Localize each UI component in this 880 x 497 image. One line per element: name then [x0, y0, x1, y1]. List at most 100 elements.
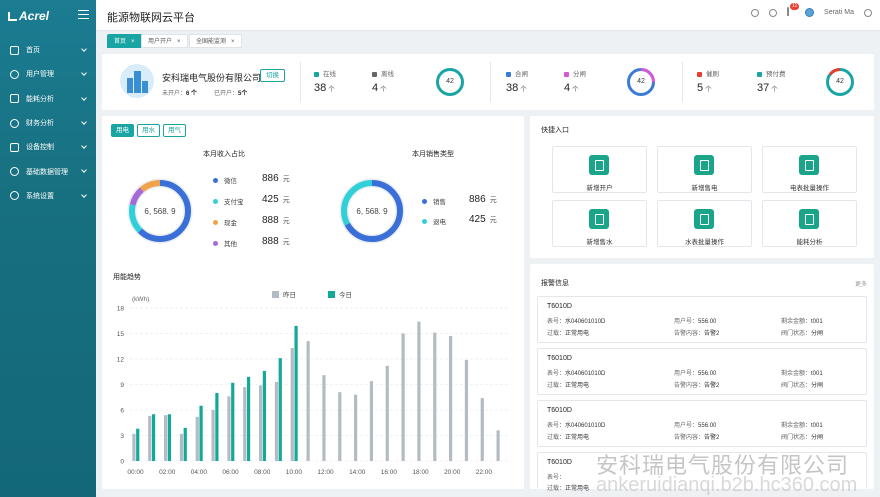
divider [300, 62, 301, 102]
bar-yesterday [132, 433, 136, 461]
y-tick-label: 18 [117, 306, 125, 313]
sidebar-item-basedata[interactable]: 基础数据管理 [0, 159, 96, 183]
alarm-card[interactable]: T6010D 表号：水040601010D 用户号：556.00 剩余金额：t0… [537, 348, 867, 395]
field-value: 556.00 [698, 423, 717, 429]
user-name[interactable]: Serati Ma [824, 9, 854, 16]
quick-label: 电表批量操作 [790, 185, 829, 192]
stat-urge-value: 5个 [697, 82, 712, 94]
tab-electricity[interactable]: 用电 [111, 124, 134, 137]
sales-title: 本月销售类型 [412, 151, 454, 158]
bar-today [151, 414, 156, 461]
sidebar-item-energy[interactable]: 能耗分析 [0, 87, 96, 111]
legend-cash: 现金 [213, 217, 237, 227]
legend-swatch [272, 291, 279, 298]
avatar[interactable] [805, 8, 815, 17]
sidebar-item-label: 基础数据管理 [26, 168, 68, 176]
tab-monitor[interactable]: 全国能监测 × [189, 34, 242, 48]
income-value: 888 元 [262, 236, 290, 247]
bar-today [183, 427, 187, 461]
field-value: 水040601010D [565, 423, 606, 429]
field-label: 用户号： [674, 371, 699, 377]
legend-label: 现金 [224, 220, 237, 227]
unopened-count: 未开户：6 个 [162, 88, 197, 97]
unit: 元 [489, 217, 497, 224]
alarm-meter: 表号： [547, 472, 565, 481]
bar-yesterday [449, 336, 453, 461]
quick-energy-analysis[interactable]: 能耗分析 [762, 200, 857, 247]
field-label: 告警内容： [674, 331, 705, 337]
grid-icon [10, 45, 19, 55]
analysis-icon [799, 209, 819, 229]
power-icon[interactable] [864, 8, 872, 17]
alarm-card[interactable]: T6010D 表号：水040601010D 用户号：556.00 剩余金额：t0… [537, 400, 867, 447]
ring-value-1: 42 [446, 78, 454, 85]
sidebar-item-finance[interactable]: 财务分析 [0, 111, 96, 135]
money-icon [10, 118, 19, 128]
sales-value: 886 元 [469, 194, 497, 205]
quick-meter-batch[interactable]: 电表批量操作 [762, 146, 857, 193]
x-tick-label: 12:00 [317, 469, 334, 476]
alarm-id: T6010D [547, 459, 572, 466]
quick-new-account[interactable]: 新增开户 [552, 146, 647, 193]
stat-online-value: 38 个 [314, 82, 335, 94]
sidebar-item-device[interactable]: 设备控制 [0, 135, 96, 159]
gear-icon [10, 191, 19, 201]
x-tick-label: 10:00 [286, 469, 303, 476]
tab-gas[interactable]: 用气 [163, 124, 186, 137]
value: 425 [469, 214, 486, 225]
stat-label: 离线 [381, 71, 394, 78]
sales-total: 6, 568. 9 [356, 207, 388, 216]
search-icon[interactable] [751, 8, 760, 17]
tab-open-account[interactable]: 用户开户 × [141, 34, 188, 48]
income-value: 888 元 [262, 215, 290, 226]
switch-company-button[interactable]: 切换 [260, 69, 285, 82]
field-value: 正常用电 [565, 383, 590, 389]
sidebar-item-users[interactable]: 用户管理 [0, 62, 96, 86]
sidebar-item-home[interactable]: 首页 [0, 38, 96, 62]
bar-yesterday [338, 392, 342, 461]
tab-home[interactable]: 首页 × [107, 34, 142, 48]
stat-prepaid-label: 预付费 [757, 68, 786, 78]
close-icon[interactable]: × [231, 39, 235, 45]
page-title: 能源物联网云平台 [107, 12, 195, 24]
field-value: 分闸 [811, 331, 824, 337]
quick-new-water-sale[interactable]: 新增售水 [552, 200, 647, 247]
chart-icon [10, 94, 19, 104]
tab-water[interactable]: 用水 [137, 124, 160, 137]
chevron-down-icon [81, 119, 87, 125]
legend-swatch [328, 291, 335, 298]
x-tick-label: 00:00 [127, 469, 144, 476]
chevron-down-icon [81, 143, 87, 150]
bar-yesterday [290, 347, 294, 461]
stat-online-label: 在线 [314, 68, 336, 78]
bar-yesterday [306, 341, 310, 461]
logo-icon [8, 11, 17, 21]
database-icon [10, 167, 19, 177]
close-icon[interactable]: × [131, 39, 135, 45]
field-label: 剩余金额： [781, 371, 812, 377]
help-icon[interactable] [769, 8, 778, 17]
stat-prepaid-value: 37 个 [757, 82, 778, 94]
quick-new-electricity-sale[interactable]: 新增售电 [657, 146, 752, 193]
field-label: 阀门状态： [781, 331, 812, 337]
more-link[interactable]: 更多 [855, 279, 867, 288]
chevron-down-icon [81, 70, 87, 77]
notification-badge: 11 [790, 3, 800, 10]
bar-yesterday [401, 333, 405, 461]
bar-yesterday [211, 410, 215, 461]
close-icon[interactable]: × [177, 39, 181, 45]
bar-yesterday [274, 381, 279, 461]
status-dot [697, 71, 702, 77]
bar-yesterday [385, 365, 389, 461]
quick-water-meter-batch[interactable]: 水表批量操作 [657, 200, 752, 247]
alarm-meter: 表号：水040601010D [547, 420, 605, 429]
bell-icon [787, 7, 790, 16]
alarm-card[interactable]: T6010D 表号：水040601010D 用户号：556.00 剩余金额：t0… [537, 296, 867, 343]
bar-yesterday [179, 433, 184, 461]
opened-value: 5个 [238, 91, 248, 97]
legend-alipay: 支付宝 [213, 196, 244, 206]
status-dot [564, 71, 569, 77]
notification-button[interactable]: 11 [787, 3, 800, 17]
sidebar-item-settings[interactable]: 系统设置 [0, 184, 96, 208]
menu-toggle-icon[interactable] [78, 10, 89, 19]
